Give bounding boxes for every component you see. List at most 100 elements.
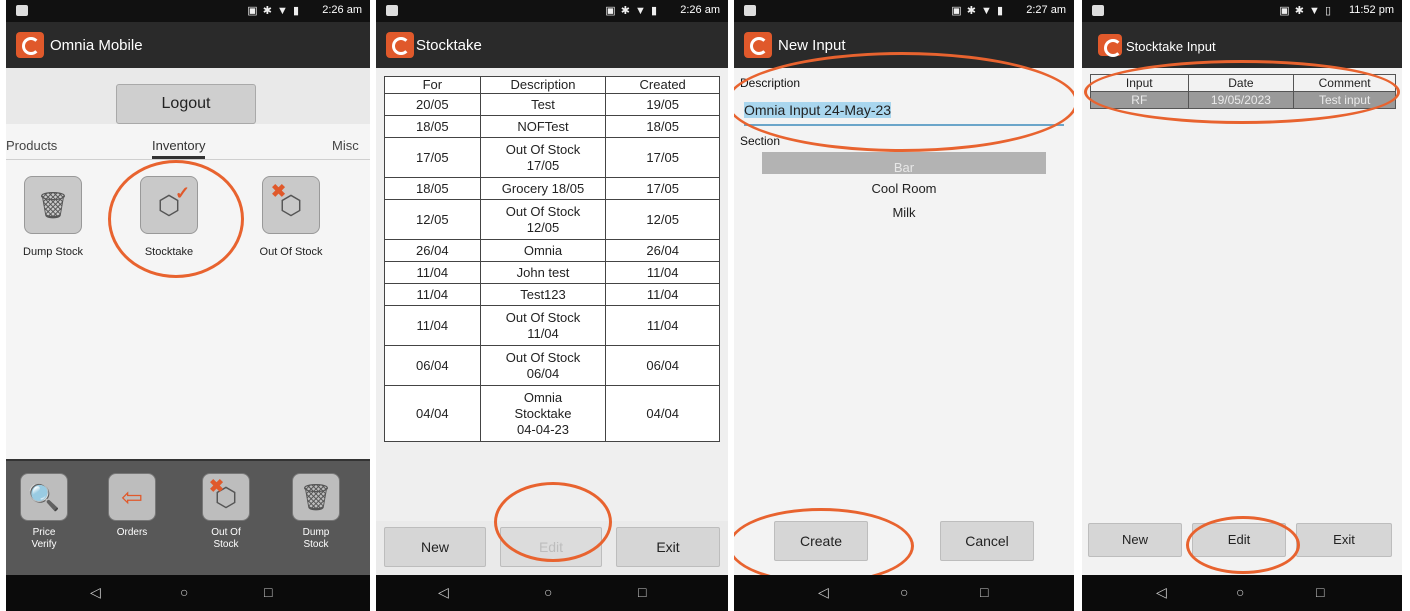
table-cell: 12/05 — [384, 199, 481, 240]
edit-button[interactable]: Edit — [1192, 523, 1286, 557]
page-title: Stocktake Input — [1126, 39, 1216, 54]
back-icon[interactable]: ◁ — [1156, 584, 1167, 601]
new-button[interactable]: New — [384, 527, 486, 567]
logout-button[interactable]: Logout — [116, 84, 256, 124]
table-row[interactable]: 04/04 Omnia Stocktake 04-04-23 04/04 — [384, 385, 720, 442]
column-header-created: Created — [605, 76, 720, 94]
table-row[interactable]: 18/05 Grocery 18/05 17/05 — [384, 177, 720, 200]
create-button[interactable]: Create — [774, 521, 868, 561]
new-button[interactable]: New — [1088, 523, 1182, 557]
android-nav-bar: ◁ ○ □ — [1082, 575, 1402, 611]
tab-inventory[interactable]: Inventory — [152, 138, 206, 159]
table-row[interactable]: 11/04 John test 11/04 — [384, 261, 720, 284]
home-icon[interactable]: ○ — [900, 584, 908, 600]
dump-stock-shortcut-button[interactable]: 🗑 — [292, 473, 340, 521]
tab-products[interactable]: Products — [6, 138, 57, 153]
omnia-logo-icon[interactable] — [744, 32, 772, 58]
action-bar: New Edit Exit — [1082, 515, 1402, 575]
logout-area: Logout — [6, 68, 370, 124]
search-dollar-icon: 🔍 — [27, 481, 61, 512]
section-option[interactable]: Cool Room — [734, 181, 1074, 196]
table-cell: 04/04 — [384, 385, 481, 442]
back-icon[interactable]: ◁ — [90, 584, 101, 601]
orders-label: Orders — [116, 527, 148, 538]
main-screen: Logout Products Inventory Misc 🗑 Dump St… — [6, 68, 370, 575]
table-cell: John test — [479, 261, 607, 284]
section-option[interactable]: Milk — [734, 205, 1074, 220]
table-cell: Out Of Stock 11/04 — [479, 305, 607, 346]
status-time: 2:26 am — [322, 4, 362, 16]
orders-button[interactable]: ⇦ — [108, 473, 156, 521]
trash-icon: 🗑 — [36, 189, 70, 220]
android-nav-bar: ◁ ○ □ — [376, 575, 728, 611]
back-icon[interactable]: ◁ — [438, 584, 449, 601]
status-bar: ▣ ✱ ▼ ▮ 2:27 am — [734, 0, 1074, 22]
table-cell: 18/05 — [384, 177, 481, 200]
dump-stock-shortcut-label: Dump Stock — [302, 527, 330, 550]
table-row[interactable]: 26/04 Omnia 26/04 — [384, 239, 720, 262]
status-icons: ▣ ✱ ▼ ▯ — [1279, 5, 1332, 17]
sim-icon — [1092, 5, 1104, 16]
column-header-description: Description — [479, 76, 607, 94]
omnia-logo-icon[interactable] — [1098, 34, 1122, 57]
recents-icon[interactable]: □ — [1316, 584, 1324, 600]
trash-icon: 🗑 — [299, 481, 333, 512]
box-cross-icon: ⬡ ✖ — [271, 181, 303, 220]
column-header-date: Date — [1187, 74, 1295, 92]
table-row[interactable]: RF 19/05/2023 Test input — [1090, 91, 1396, 109]
table-row[interactable]: 06/04 Out Of Stock 06/04 06/04 — [384, 345, 720, 386]
table-cell: Out Of Stock 17/05 — [479, 137, 607, 178]
recents-icon[interactable]: □ — [638, 584, 646, 600]
status-bar: ▣ ✱ ▼ ▯ 11:52 pm — [1082, 0, 1402, 22]
table-cell: 11/04 — [384, 305, 481, 346]
dump-stock-button[interactable]: 🗑 — [24, 176, 82, 234]
table-cell: 17/05 — [605, 177, 720, 200]
table-cell: 19/05/2023 — [1187, 91, 1295, 109]
home-icon[interactable]: ○ — [180, 584, 188, 600]
table-cell: 18/05 — [605, 115, 720, 138]
stocktake-table: For Description Created 20/05 Test 19/05 18… — [384, 76, 720, 442]
omnia-logo-icon[interactable] — [386, 32, 414, 58]
edit-button[interactable]: Edit — [500, 527, 602, 567]
exit-button[interactable]: Exit — [616, 527, 720, 567]
section-option[interactable]: Bar — [734, 160, 1074, 175]
table-row[interactable]: 11/04 Test123 11/04 — [384, 283, 720, 306]
table-row[interactable]: 18/05 NOFTest 18/05 — [384, 115, 720, 138]
table-row[interactable]: 20/05 Test 19/05 — [384, 93, 720, 116]
recents-icon[interactable]: □ — [980, 584, 988, 600]
orders-icon: ⇦ — [121, 481, 143, 512]
table-cell: Test input — [1293, 91, 1396, 109]
table-row[interactable]: 12/05 Out Of Stock 12/05 12/05 — [384, 199, 720, 240]
price-verify-button[interactable]: 🔍 — [20, 473, 68, 521]
tab-misc[interactable]: Misc — [332, 138, 359, 153]
out-of-stock-shortcut-button[interactable]: ⬡ ✖ — [202, 473, 250, 521]
exit-button[interactable]: Exit — [1296, 523, 1392, 557]
table-cell: 11/04 — [605, 261, 720, 284]
table-cell: 19/05 — [605, 93, 720, 116]
table-cell: NOFTest — [479, 115, 607, 138]
android-nav-bar: ◁ ○ □ — [734, 575, 1074, 611]
stocktake-button[interactable]: ⬡ ✓ — [140, 176, 198, 234]
table-cell: 17/05 — [384, 137, 481, 178]
page-title: Stocktake — [416, 37, 482, 54]
table-row[interactable]: 17/05 Out Of Stock 17/05 17/05 — [384, 137, 720, 178]
table-row[interactable]: 11/04 Out Of Stock 11/04 11/04 — [384, 305, 720, 346]
description-field[interactable]: Omnia Input 24-May-23 — [744, 102, 1064, 126]
back-icon[interactable]: ◁ — [818, 584, 829, 601]
out-of-stock-button[interactable]: ⬡ ✖ — [262, 176, 320, 234]
recents-icon[interactable]: □ — [264, 584, 272, 600]
home-icon[interactable]: ○ — [544, 584, 552, 600]
sim-icon — [16, 5, 28, 16]
phone-screen-new-input: ▣ ✱ ▼ ▮ 2:27 am New Input Description Om… — [734, 0, 1074, 611]
table-cell: Test123 — [479, 283, 607, 306]
table-cell: 06/04 — [605, 345, 720, 386]
cancel-button[interactable]: Cancel — [940, 521, 1034, 561]
table-cell: 11/04 — [384, 283, 481, 306]
phone-screen-omnia-mobile: ▣ ✱ ▼ ▮ 2:26 am Omnia Mobile Logout Prod… — [6, 0, 370, 611]
table-cell: Grocery 18/05 — [479, 177, 607, 200]
app-bar: New Input — [734, 22, 1074, 68]
home-icon[interactable]: ○ — [1236, 584, 1244, 600]
android-nav-bar: ◁ ○ □ — [6, 575, 370, 611]
price-verify-label: Price Verify — [31, 527, 57, 550]
stocktake-input-table: Input Date Comment RF 19/05/2023 Test in… — [1090, 74, 1396, 109]
